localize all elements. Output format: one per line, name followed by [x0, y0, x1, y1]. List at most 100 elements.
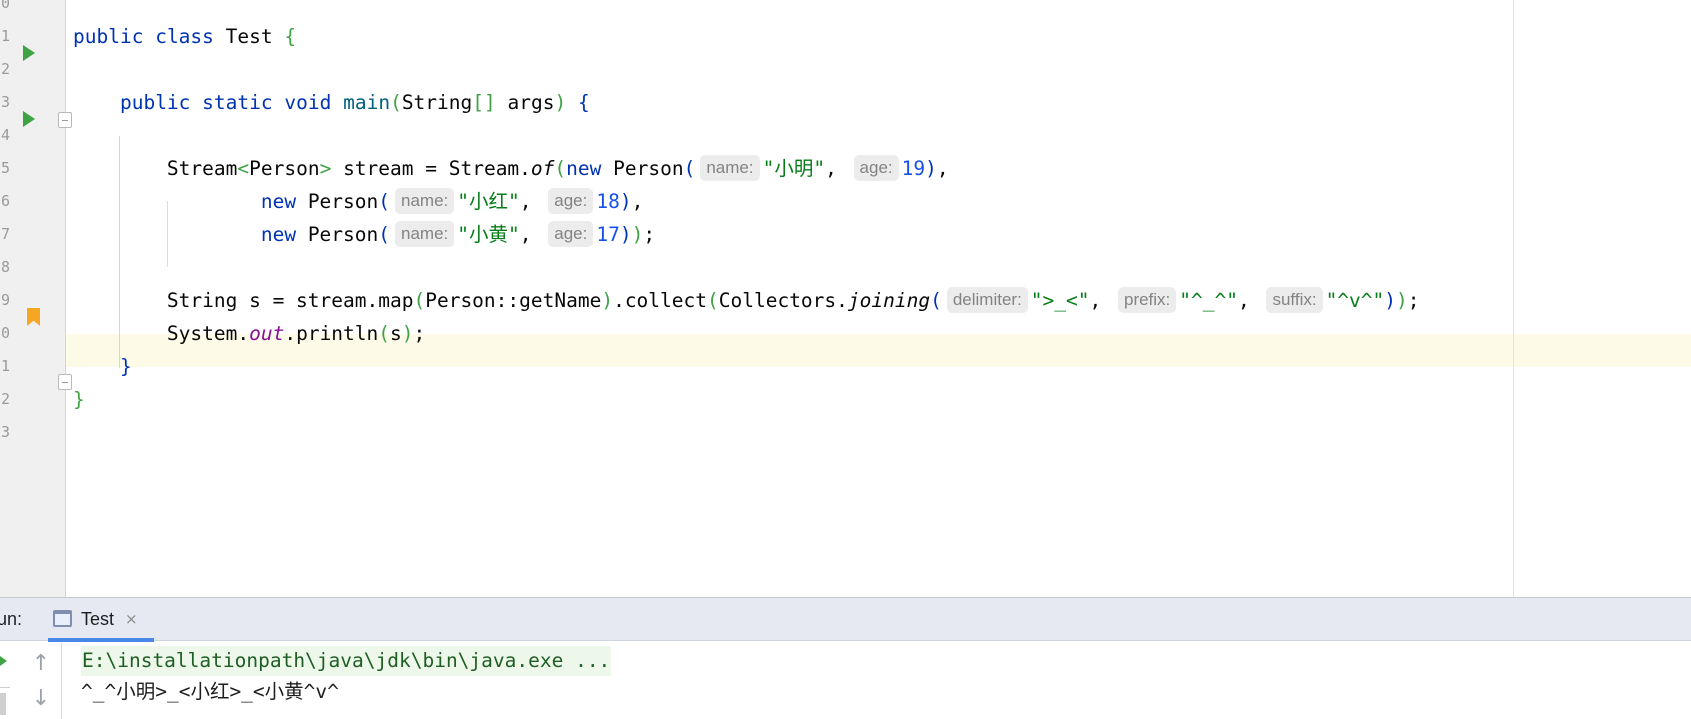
code-editor[interactable]: 0 1 2 3 4 5 6 7 8 9 0 1 2 3 public class Test { publi… — [0, 0, 1691, 597]
tab-label: Test — [81, 609, 115, 629]
line-number: 2 — [0, 390, 10, 408]
run-main-icon[interactable] — [23, 111, 35, 127]
parameter-hint: age: — [548, 221, 594, 247]
code-token: ( — [378, 223, 391, 246]
run-tool-window[interactable]: un: Test × ↑ ↓ E:\installationpath\java\… — [0, 597, 1691, 719]
line-number: 6 — [0, 192, 10, 210]
code-token: ; — [413, 322, 426, 345]
code-token: ( — [707, 289, 719, 312]
code-token: .collect — [613, 289, 707, 312]
code-token: ; — [643, 223, 656, 246]
line-number: 7 — [0, 225, 10, 243]
code-token: ) — [601, 289, 614, 312]
line-number: 2 — [0, 60, 10, 78]
code-line[interactable]: } — [73, 350, 132, 383]
code-token: ) — [619, 223, 632, 246]
code-token: , — [825, 157, 849, 180]
run-toolbar: ↑ ↓ — [0, 642, 62, 719]
code-token: , — [519, 223, 544, 246]
code-token: } — [119, 355, 132, 378]
parameter-hint: delimiter: — [946, 287, 1028, 313]
code-token: stream = Stream. — [331, 157, 531, 180]
code-token: , — [631, 190, 644, 213]
code-token: ) — [1384, 289, 1397, 312]
code-token: { — [577, 91, 590, 114]
line-number: 0 — [0, 324, 10, 342]
code-token: System. — [73, 322, 250, 345]
code-token: public — [119, 91, 191, 114]
code-token: out — [249, 322, 285, 345]
code-token: "^v^" — [1325, 289, 1385, 312]
code-token: args — [495, 91, 555, 114]
code-token: Stream — [73, 157, 238, 180]
code-line[interactable]: public static void main(String[] args) { — [73, 86, 590, 119]
stop-icon[interactable] — [0, 693, 6, 715]
code-token: ) — [631, 223, 644, 246]
line-number: 3 — [0, 93, 10, 111]
parameter-hint: name: — [395, 188, 455, 214]
right-margin-guide — [1513, 0, 1514, 597]
parameter-hint: prefix: — [1117, 287, 1177, 313]
code-token: ) — [925, 157, 937, 180]
parameter-hint: age: — [548, 188, 594, 214]
code-token: "小明" — [762, 157, 826, 180]
parameter-hint: age: — [853, 155, 899, 181]
line-number: 1 — [0, 357, 10, 375]
parameter-hint: name: — [700, 155, 760, 181]
code-token: ">_<" — [1030, 289, 1090, 312]
console-icon — [53, 610, 72, 627]
run-label: un: — [0, 609, 23, 629]
tab-test[interactable]: Test × — [48, 598, 154, 642]
rerun-icon[interactable] — [0, 656, 7, 666]
fold-end-icon[interactable] — [58, 374, 72, 390]
code-token: .println — [284, 322, 379, 345]
code-token: joining — [847, 289, 931, 312]
run-tab-bar: un: Test × — [0, 598, 1691, 642]
arrow-up-icon[interactable]: ↑ — [31, 652, 51, 676]
code-line[interactable]: Stream<Person> stream = Stream.of(new Pe… — [73, 152, 949, 185]
gutter-divider — [65, 0, 66, 597]
code-token: void — [284, 91, 332, 114]
code-line[interactable]: System.out.println(s); — [73, 317, 425, 350]
code-token: String — [401, 91, 473, 114]
code-token: ( — [683, 157, 696, 180]
code-token: "小红" — [457, 190, 520, 213]
line-number: 4 — [0, 126, 10, 144]
code-line[interactable]: String s = stream.map(Person::getName).c… — [73, 284, 1420, 317]
console-output[interactable]: E:\installationpath\java\jdk\bin\java.ex… — [62, 642, 1691, 719]
line-number: 1 — [0, 27, 10, 45]
fold-method-icon[interactable] — [58, 112, 72, 128]
code-token: , — [519, 190, 544, 213]
code-token: [] — [472, 91, 496, 114]
line-number: 9 — [0, 291, 10, 309]
code-token: ) — [619, 190, 632, 213]
code-token: static — [202, 91, 273, 114]
code-line[interactable]: public class Test { — [73, 20, 296, 53]
code-token: main — [343, 91, 391, 114]
code-line[interactable]: new Person(name: "小红", age: 18), — [73, 185, 643, 218]
code-token: "小黄" — [457, 223, 520, 246]
code-line[interactable]: new Person(name: "小黄", age: 17)); — [73, 218, 655, 251]
code-token: ; — [1407, 289, 1420, 312]
code-token: "^_^" — [1179, 289, 1238, 312]
console-command-line[interactable]: E:\installationpath\java\jdk\bin\java.ex… — [81, 646, 612, 676]
code-token: > — [319, 157, 332, 180]
code-line[interactable]: } — [73, 383, 85, 416]
run-class-icon[interactable] — [23, 45, 35, 61]
close-icon[interactable]: × — [125, 598, 138, 641]
code-token: Test — [213, 25, 285, 48]
code-token: < — [237, 157, 250, 180]
code-token: ( — [413, 289, 426, 312]
code-token: class — [155, 25, 214, 48]
code-token: ( — [554, 157, 567, 180]
code-token: new — [566, 157, 602, 180]
code-token: 17 — [596, 223, 620, 246]
arrow-down-icon[interactable]: ↓ — [31, 687, 51, 711]
code-token: of — [530, 157, 555, 180]
code-token: Person::getName — [425, 289, 602, 312]
